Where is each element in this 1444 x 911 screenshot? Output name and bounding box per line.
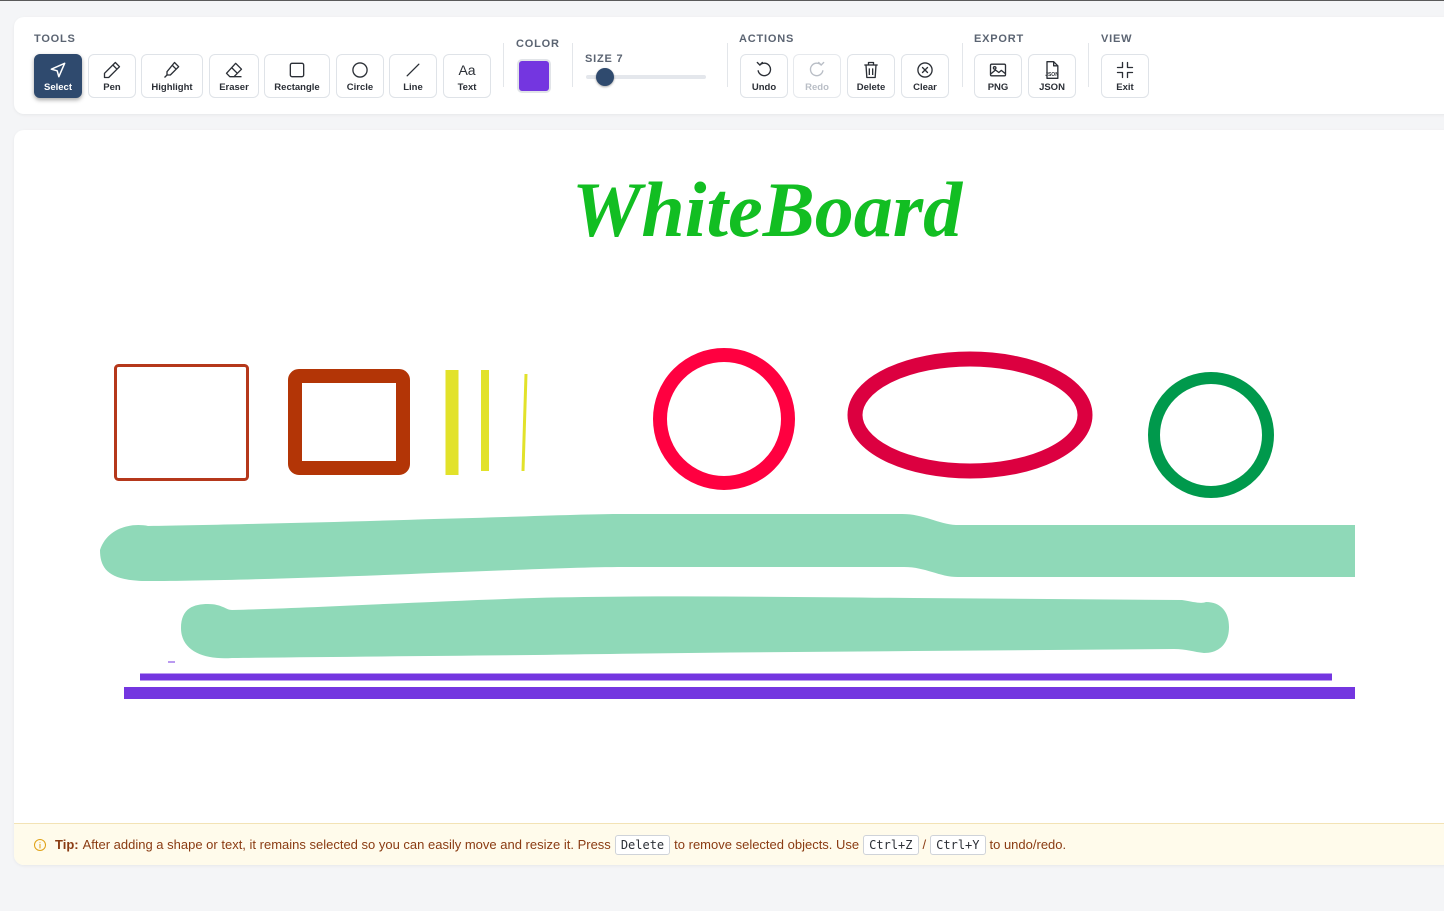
color-group-label: COLOR [516,38,560,50]
toolbar-divider [727,43,728,87]
color-swatch[interactable] [517,59,551,93]
actions-group-label: ACTIONS [739,33,795,45]
rectangle-tool-label: Rectangle [274,81,320,93]
info-circle-icon [33,838,47,851]
green-circle-shape[interactable] [1148,372,1274,498]
highlight-tool-label: Highlight [151,81,193,93]
tools-group-label: TOOLS [34,33,76,45]
export-png-button[interactable]: PNG [974,54,1022,98]
undo-icon [756,61,772,76]
tip-text: to undo/redo. [989,837,1067,852]
eraser-tool-button[interactable]: Eraser [209,54,259,98]
toolbar-divider [962,43,963,87]
highlighter-icon [164,61,180,78]
export-group-label: EXPORT [974,33,1025,45]
rectangle-outline-shape[interactable] [114,364,249,481]
export-png-label: PNG [987,81,1009,93]
highlight-stroke[interactable] [181,596,1229,659]
circle-tool-button[interactable]: Circle [336,54,384,98]
red-circle-shape[interactable] [653,348,795,490]
undo-shortcut-badge: Ctrl+Z [863,834,919,855]
redo-icon [809,61,825,76]
tip-text: After adding a shape or text, it remains… [82,837,611,852]
circle-icon [352,61,368,78]
clear-x-circle-icon [917,61,933,78]
toolbar-divider [572,43,573,87]
delete-key-badge: Delete [614,834,671,855]
line-tool-button[interactable]: Line [389,54,437,98]
clear-label: Clear [913,81,937,93]
json-file-icon: JSON [1042,60,1062,80]
square-icon [289,62,305,77]
text-aa-icon: Aa [458,61,476,78]
highlight-tool-button[interactable]: Highlight [141,54,203,98]
exit-fullscreen-icon [1116,61,1134,78]
clear-button[interactable]: Clear [901,54,949,98]
text-tool-label: Text [457,81,477,93]
line-icon [406,63,420,76]
redo-label: Redo [805,81,829,93]
exit-fullscreen-button[interactable]: Exit [1101,54,1149,98]
undo-button[interactable]: Undo [740,54,788,98]
crimson-ellipse-shape[interactable] [847,351,1093,479]
eraser-icon [225,62,243,77]
export-json-button[interactable]: JSON JSON [1028,54,1076,98]
tip-text: to remove selected objects. Use [674,837,860,852]
board-title-text[interactable]: WhiteBoard [572,166,963,253]
circle-tool-label: Circle [346,81,374,93]
size-label: SIZE 7 [585,53,624,65]
rectangle-thick-shape[interactable] [288,369,410,475]
toolbar: TOOLS Select Pen Highlight Eraser Rectan… [14,17,1444,114]
image-icon [989,63,1007,76]
rectangle-tool-button[interactable]: Rectangle [264,54,330,98]
select-tool-label: Select [44,81,72,93]
toolbar-divider [503,43,504,87]
size-slider-thumb[interactable] [596,68,614,86]
pen-icon [103,61,121,78]
delete-label: Delete [856,81,886,93]
export-json-label: JSON [1039,81,1065,93]
undo-label: Undo [751,81,777,93]
highlight-stroke[interactable] [100,514,1355,581]
view-group-label: VIEW [1101,33,1133,45]
whiteboard-canvas[interactable]: WhiteBoard Tip: After adding a shape or … [14,130,1444,865]
delete-button[interactable]: Delete [847,54,895,98]
trash-icon [864,61,878,78]
select-tool-button[interactable]: Select [34,54,82,98]
exit-label: Exit [1116,81,1134,93]
json-glyph: JSON [1045,71,1059,78]
cursor-arrow-icon [50,62,66,77]
toolbar-divider [1088,43,1089,87]
eraser-tool-label: Eraser [219,81,249,93]
redo-shortcut-badge: Ctrl+Y [930,834,986,855]
pen-tool-label: Pen [103,81,121,93]
shortcut-separator: / [922,837,927,852]
tip-banner: Tip: After adding a shape or text, it re… [14,823,1444,865]
yellow-stroke[interactable] [521,373,528,472]
pen-tool-button[interactable]: Pen [88,54,136,98]
tip-label: Tip: [55,837,79,852]
text-tool-button[interactable]: Aa Text [443,54,491,98]
redo-button[interactable]: Redo [793,54,841,98]
line-tool-label: Line [403,81,423,93]
